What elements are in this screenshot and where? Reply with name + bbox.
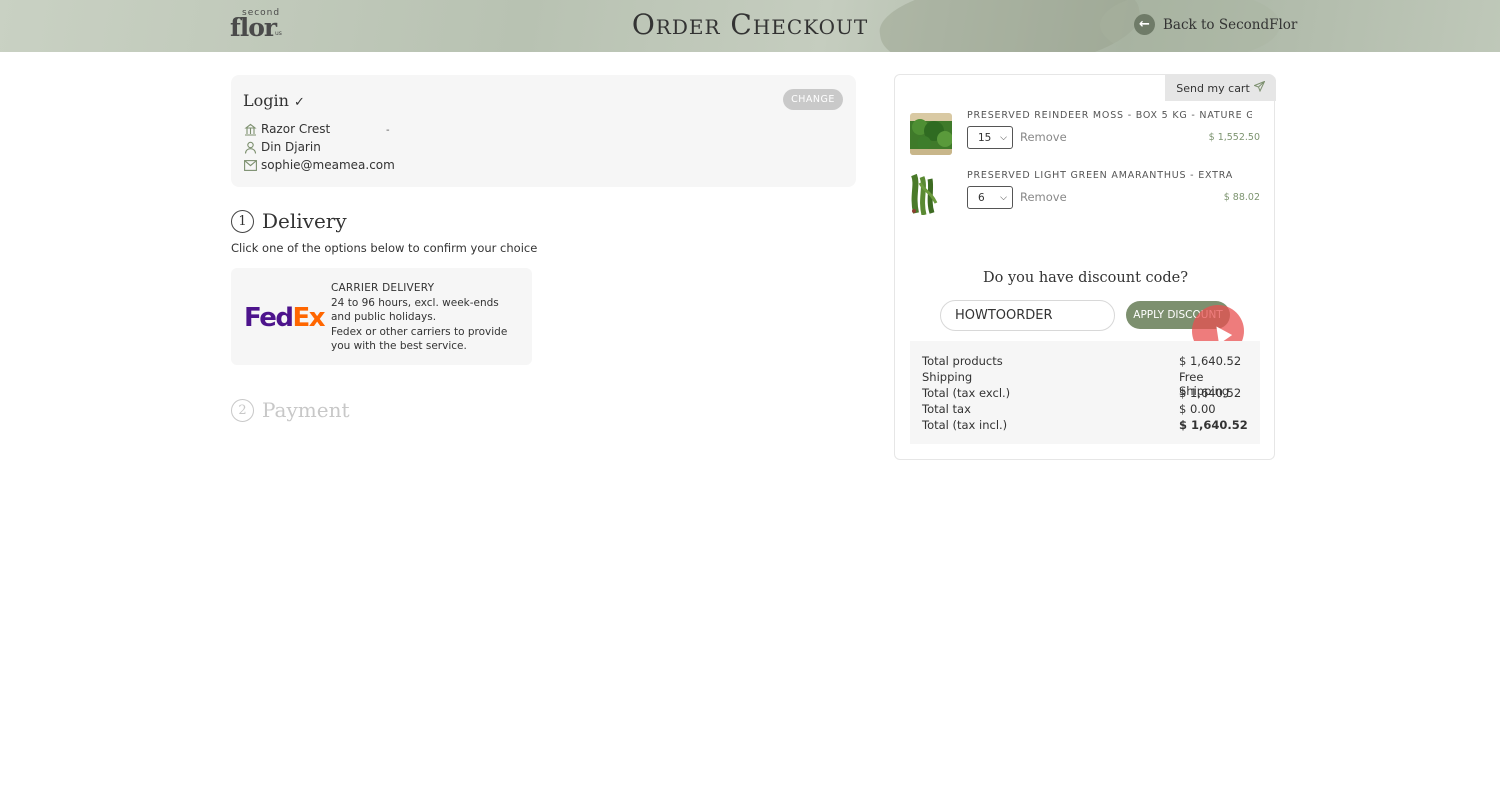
back-link-label: Back to SecondFlor <box>1163 16 1298 33</box>
carrier-title: CARRIER DELIVERY <box>331 282 435 294</box>
totals-row: Shipping Free Shipping <box>922 370 1248 398</box>
remove-item-link[interactable]: Remove <box>1020 190 1067 204</box>
totals-value: $ 1,640.52 <box>1179 354 1242 368</box>
company-name: Razor Crest <box>261 122 331 136</box>
chevron-down-icon: ⌵ <box>1000 132 1007 143</box>
totals-label: Total (tax incl.) <box>922 418 1008 432</box>
product-name[interactable]: PRESERVED LIGHT GREEN AMARANTHUS - EXTRA <box>967 170 1252 181</box>
cart-item: PRESERVED REINDEER MOSS - BOX 5 KG - NAT… <box>910 110 1260 160</box>
email-row: sophie@meamea.com <box>243 158 395 172</box>
quantity-value: 15 <box>978 131 992 144</box>
building-icon <box>243 122 257 136</box>
quantity-select[interactable]: 6 ⌵ <box>967 186 1013 209</box>
send-cart-label: Send my cart <box>1176 81 1250 95</box>
product-thumbnail[interactable] <box>910 113 952 155</box>
fedex-logo-fed: Fed <box>244 303 294 333</box>
totals-label: Total products <box>922 354 1003 368</box>
totals-row: Total tax $ 0.00 <box>922 402 1248 416</box>
discount-code-input[interactable] <box>940 300 1115 331</box>
quantity-select[interactable]: 15 ⌵ <box>967 126 1013 149</box>
totals-row: Total products $ 1,640.52 <box>922 354 1248 368</box>
step-number-badge: 1 <box>231 209 254 233</box>
carrier-line-1: 24 to 96 hours, excl. week-ends and publ… <box>331 296 499 324</box>
delivery-title: Delivery <box>262 209 347 233</box>
totals-value: $ 0.00 <box>1179 402 1216 416</box>
cart-item: PRESERVED LIGHT GREEN AMARANTHUS - EXTRA… <box>910 170 1260 220</box>
apply-discount-button[interactable]: APPLY DISCOUNT <box>1126 301 1230 329</box>
quantity-value: 6 <box>978 191 985 204</box>
mail-icon <box>243 158 257 172</box>
fedex-logo: FedEx <box>244 303 325 333</box>
discount-heading: Do you have discount code? <box>982 270 1188 286</box>
carrier-delivery-option[interactable]: FedEx CARRIER DELIVERY 24 to 96 hours, e… <box>231 268 532 365</box>
login-title-text: Login <box>243 91 289 110</box>
arrow-left-icon: ← <box>1134 14 1155 35</box>
change-login-button[interactable]: CHANGE <box>783 89 843 110</box>
totals-label: Shipping <box>922 370 973 384</box>
totals-row: Total (tax excl.) $ 1,640.52 <box>922 386 1248 400</box>
paper-plane-icon <box>1252 80 1266 95</box>
totals-label: Total tax <box>922 402 971 416</box>
totals-row: Total (tax incl.) $ 1,640.52 <box>922 418 1248 432</box>
company-row: Razor Crest <box>243 122 330 136</box>
item-price: $ 1,552.50 <box>1208 132 1260 143</box>
customer-email: sophie@meamea.com <box>261 158 395 172</box>
back-to-shop-link[interactable]: ← Back to SecondFlor <box>1134 14 1297 35</box>
remove-item-link[interactable]: Remove <box>1020 130 1067 144</box>
payment-step-heading: 2 Payment <box>231 398 350 422</box>
totals-value: $ 1,640.52 <box>1179 386 1242 400</box>
grand-total-value: $ 1,640.52 <box>1179 418 1248 432</box>
totals-label: Total (tax excl.) <box>922 386 1011 400</box>
name-row: Din Djarin <box>243 140 321 154</box>
payment-title: Payment <box>262 398 350 422</box>
item-price: $ 88.02 <box>1223 192 1260 203</box>
product-thumbnail[interactable] <box>910 173 952 215</box>
delivery-step-heading: 1 Delivery <box>231 209 347 233</box>
fedex-logo-ex: Ex <box>292 303 325 333</box>
header-bar: second flor us Order Checkout ← Back to … <box>0 0 1500 52</box>
carrier-line-2: Fedex or other carriers to provide you w… <box>331 325 508 353</box>
customer-name: Din Djarin <box>261 140 321 154</box>
send-cart-button[interactable]: Send my cart <box>1165 75 1276 101</box>
delivery-hint: Click one of the options below to confir… <box>231 241 538 255</box>
chevron-down-icon: ⌵ <box>1000 192 1007 203</box>
step-number-badge: 2 <box>231 398 254 422</box>
login-heading: Login ✓ <box>243 91 305 110</box>
order-totals: Total products $ 1,640.52 Shipping Free … <box>910 341 1260 444</box>
company-separator: - <box>386 125 390 136</box>
user-icon <box>243 140 257 154</box>
product-name[interactable]: PRESERVED REINDEER MOSS - BOX 5 KG - NAT… <box>967 110 1252 121</box>
check-icon: ✓ <box>294 95 305 110</box>
login-summary-card: Login ✓ CHANGE Razor Crest - Din Djarin … <box>231 75 856 187</box>
carrier-description: CARRIER DELIVERY 24 to 96 hours, excl. w… <box>331 281 521 354</box>
cart-summary-panel: Send my cart PRESERVED REINDEER MOSS - B… <box>894 74 1276 460</box>
